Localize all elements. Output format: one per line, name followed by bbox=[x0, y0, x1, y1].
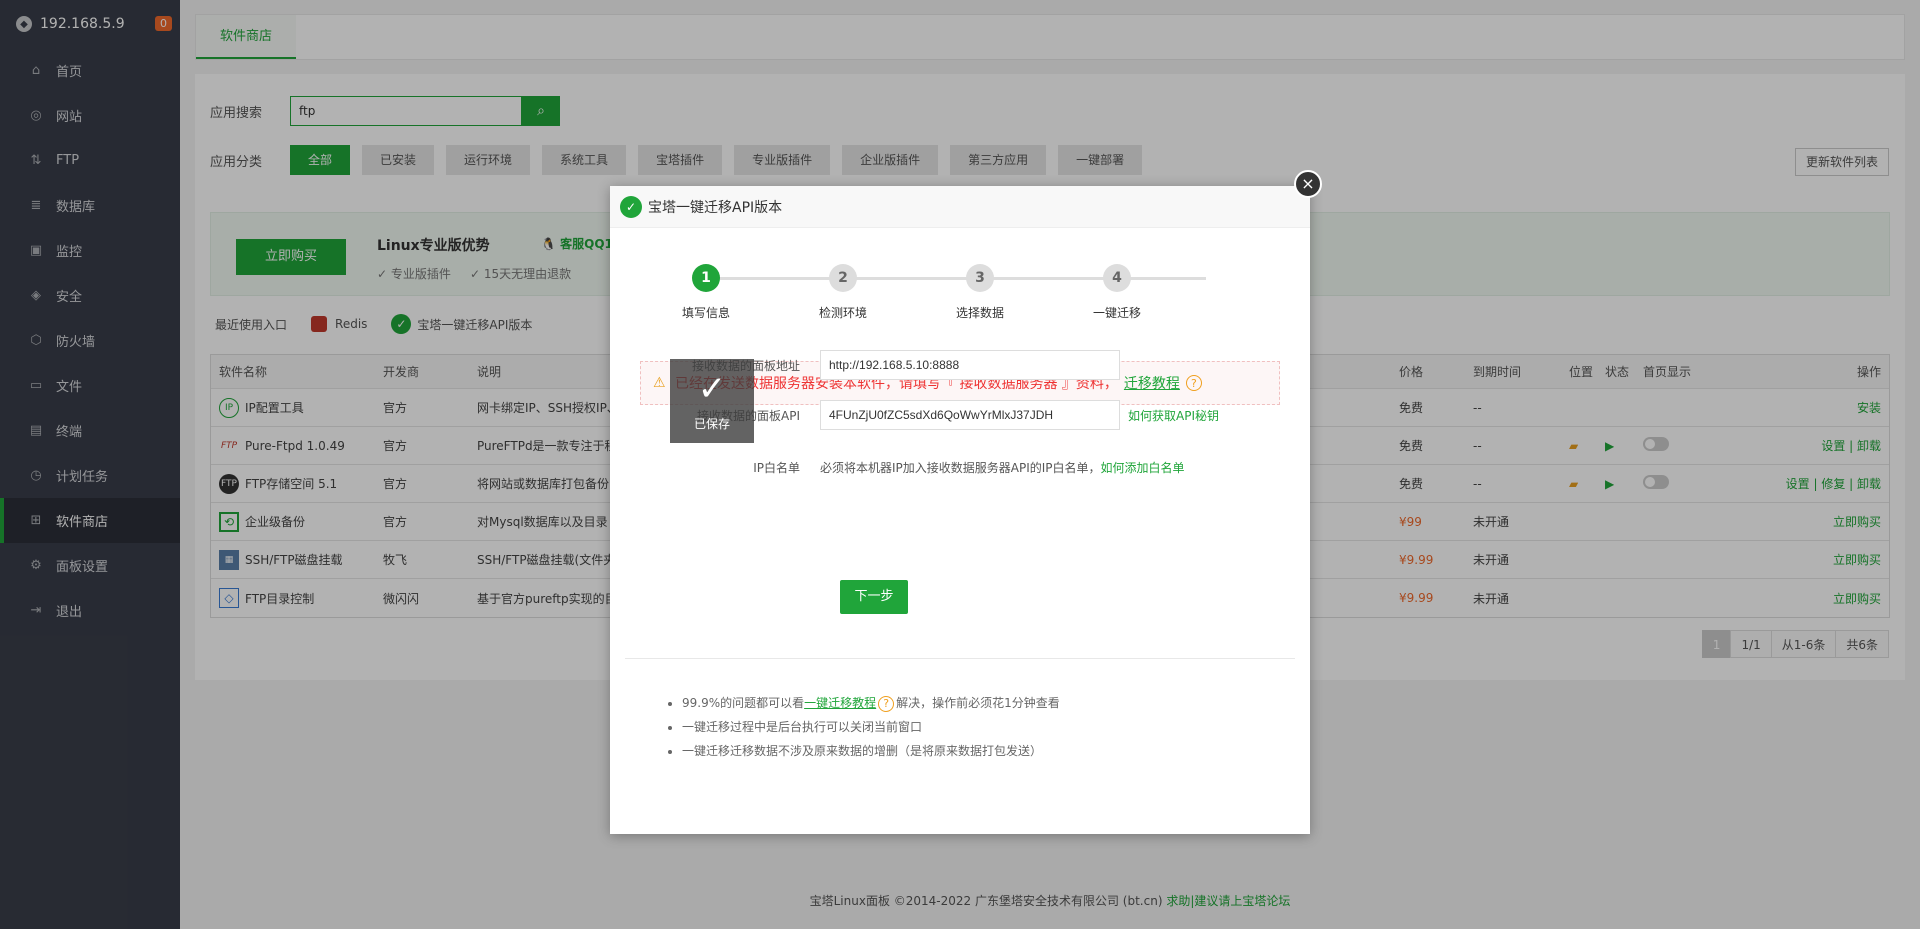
migrate-dialog: ✓ 宝塔一键迁移API版本 × 1 填写信息 2 检测环境 3 选择数据 4 一键迁移 ✓ 已… bbox=[610, 170, 1322, 834]
step-4: 4 一键迁移 bbox=[1067, 264, 1167, 321]
tutorial-link[interactable]: 一键迁移教程 bbox=[804, 696, 876, 710]
close-button[interactable]: × bbox=[1294, 170, 1322, 198]
checkmark-icon: ✓ bbox=[697, 369, 727, 409]
step-label: 选择数据 bbox=[955, 306, 1004, 320]
ip-text: 必须将本机器IP加入接收数据服务器API的IP白名单， bbox=[820, 460, 1101, 475]
panel-api-input[interactable] bbox=[820, 400, 1120, 430]
tip-text: 99.9%的问题都可以看 bbox=[682, 696, 805, 710]
step-number: 4 bbox=[1103, 264, 1131, 292]
tips-list: 99.9%的问题都可以看一键迁移教程?解决，操作前必须花1分钟查看 一键迁移过程… bbox=[682, 694, 1060, 766]
toast-text: 已保存 bbox=[693, 417, 730, 431]
step-number: 2 bbox=[829, 264, 857, 292]
step-number: 1 bbox=[692, 264, 720, 292]
ip-label: IP白名单 bbox=[753, 460, 800, 475]
step-1: 1 填写信息 bbox=[656, 264, 756, 321]
next-step-button[interactable]: 下一步 bbox=[840, 580, 908, 614]
step-number: 3 bbox=[966, 264, 994, 292]
dialog-title: 宝塔一键迁移API版本 bbox=[648, 199, 783, 216]
step-label: 一键迁移 bbox=[1092, 306, 1141, 320]
step-3: 3 选择数据 bbox=[930, 264, 1030, 321]
tip-item: 一键迁移迁移数据不涉及原来数据的增删（是将原来数据打包发送） bbox=[682, 742, 1060, 760]
divider bbox=[625, 658, 1295, 659]
tip-text: 解决，操作前必须花1分钟查看 bbox=[896, 696, 1060, 710]
close-icon: × bbox=[1301, 174, 1315, 193]
tip-item: 一键迁移过程中是后台执行可以关闭当前窗口 bbox=[682, 718, 1060, 736]
step-indicator: 1 填写信息 2 检测环境 3 选择数据 4 一键迁移 bbox=[610, 264, 1310, 334]
check-circle-icon: ✓ bbox=[620, 195, 642, 218]
saved-toast: ✓ 已保存 bbox=[670, 359, 754, 443]
add-whitelist-link[interactable]: 如何添加白名单 bbox=[1101, 459, 1185, 476]
step-label: 检测环境 bbox=[818, 306, 867, 320]
dialog-header: ✓ 宝塔一键迁移API版本 bbox=[610, 186, 1310, 228]
step-label: 填写信息 bbox=[681, 306, 730, 320]
tip-item: 99.9%的问题都可以看一键迁移教程?解决，操作前必须花1分钟查看 bbox=[682, 694, 1060, 712]
get-api-key-link[interactable]: 如何获取API秘钥 bbox=[1128, 407, 1219, 424]
panel-url-input[interactable] bbox=[820, 350, 1120, 380]
step-2: 2 检测环境 bbox=[793, 264, 893, 321]
ip-row: IP白名单 必须将本机器IP加入接收数据服务器API的IP白名单， 如何添加白名… bbox=[610, 452, 1310, 482]
help-icon: ? bbox=[878, 696, 895, 712]
